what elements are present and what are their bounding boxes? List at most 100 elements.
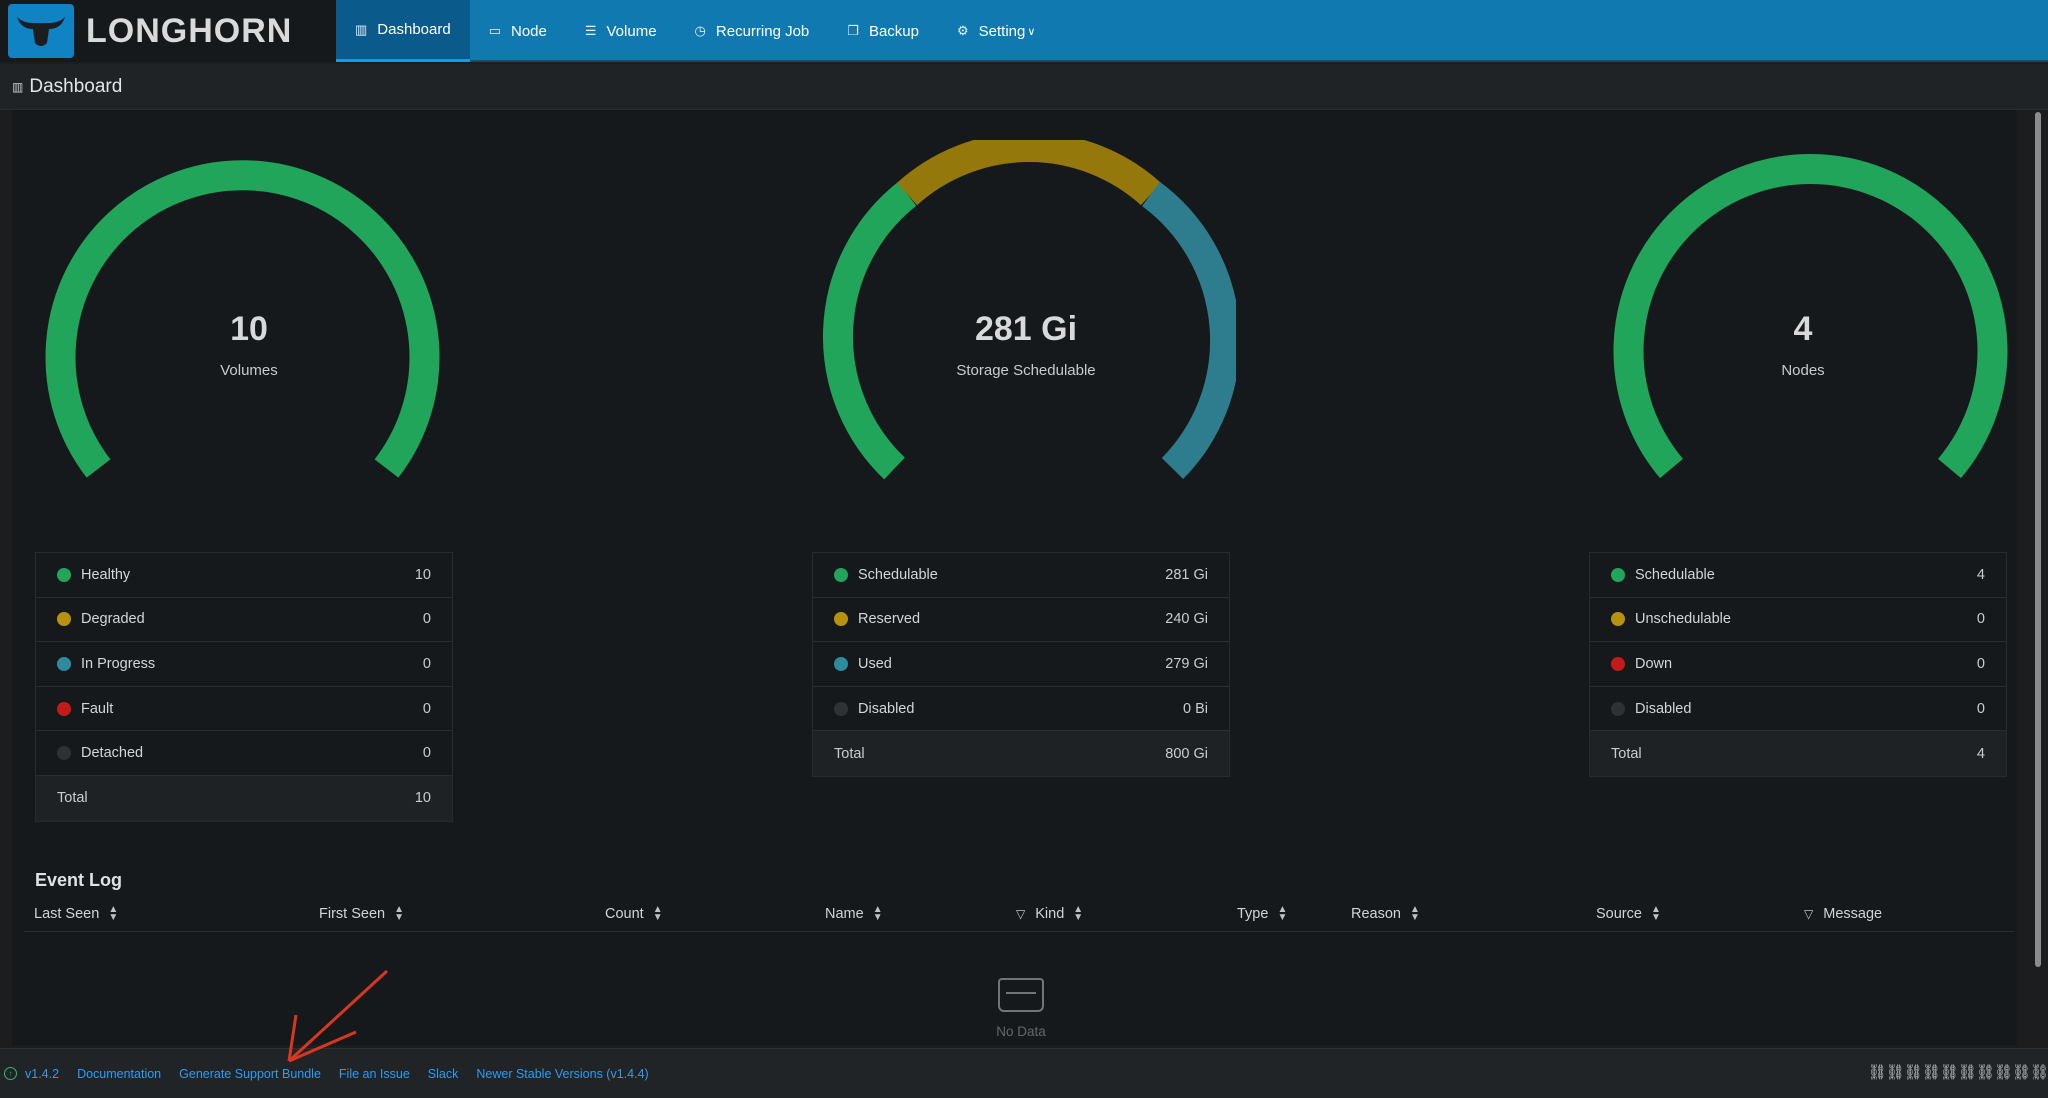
legend-row-reserved[interactable]: Reserved 240 Gi [813, 598, 1229, 643]
column-count[interactable]: Count ▲ ▼ [605, 896, 663, 932]
sort-icon[interactable]: ▲ ▼ [1651, 905, 1661, 923]
legend-label: Detached [81, 745, 144, 762]
nodes-label: Nodes [1781, 362, 1825, 379]
logo[interactable]: LONGHORN [0, 0, 336, 62]
upgrade-arrow-icon: ↑ [4, 1067, 17, 1080]
version-link[interactable]: v1.4.2 [25, 1067, 59, 1081]
column-label: Type [1237, 906, 1269, 922]
slack-link[interactable]: Slack [428, 1067, 459, 1081]
column-name[interactable]: Name ▲ ▼ [825, 896, 883, 932]
status-dot [1611, 701, 1625, 716]
sort-icon[interactable]: ▲ ▼ [108, 905, 118, 923]
page-title: Dashboard [29, 75, 123, 97]
legend-label: Degraded [81, 611, 145, 628]
filter-icon[interactable]: ▽ [1016, 907, 1025, 921]
status-dot [1611, 656, 1625, 671]
column-label: Kind [1035, 906, 1065, 922]
bar-chart-icon: ▥ [355, 21, 368, 37]
column-reason[interactable]: Reason ▲ ▼ [1351, 896, 1420, 932]
column-label: Name [825, 906, 864, 922]
total-label: Total [834, 745, 865, 762]
legend-total: Total 10 [36, 775, 452, 821]
column-message[interactable]: ▽ Message [1804, 896, 1882, 932]
column-source[interactable]: Source ▲ ▼ [1596, 896, 1661, 932]
legend-row-in-progress[interactable]: In Progress 0 [36, 642, 452, 687]
sort-icon[interactable]: ▲ ▼ [873, 905, 883, 923]
nodes-legend: Schedulable 4 Unschedulable 0 Down 0 Dis… [1589, 552, 2007, 777]
documentation-link[interactable]: Documentation [77, 1067, 161, 1081]
total-value: 800 Gi [1165, 745, 1208, 762]
generate-support-bundle-link[interactable]: Generate Support Bundle [179, 1067, 321, 1081]
chevron-down-icon: ∨ [1027, 25, 1036, 38]
file-an-issue-link[interactable]: File an Issue [339, 1067, 410, 1081]
volumes-gauge: 10 Volumes [39, 140, 459, 500]
status-dot [57, 746, 71, 761]
legend-total: Total 4 [1590, 731, 2006, 776]
storage-legend: Schedulable 281 Gi Reserved 240 Gi Used … [812, 552, 1230, 777]
sort-icon[interactable]: ▲ ▼ [1277, 905, 1287, 923]
legend-row-degraded[interactable]: Degraded 0 [36, 598, 452, 643]
nav-backup[interactable]: ❐ Backup [828, 0, 938, 62]
legend-label: Unschedulable [1635, 611, 1731, 628]
legend-value: 4 [1976, 566, 1985, 583]
legend-value: 0 [422, 700, 431, 717]
sort-icon[interactable]: ▲ ▼ [653, 905, 663, 923]
legend-row-disabled[interactable]: Disabled 0 [1590, 687, 2006, 732]
column-label: Count [605, 906, 644, 922]
nav-setting[interactable]: ⚙ Setting ∨ [938, 0, 1054, 62]
monitor-icon: ▭ [488, 23, 501, 38]
storage-gauge: 281 Gi Storage Schedulable [816, 140, 1236, 500]
nodes-count: 4 [1793, 310, 1813, 348]
legend-value: 279 Gi [1165, 655, 1208, 672]
sort-icon[interactable]: ▲ ▼ [394, 905, 404, 923]
column-last-seen[interactable]: Last Seen ▲ ▼ [34, 896, 118, 932]
status-dot [834, 656, 848, 671]
legend-total: Total 800 Gi [813, 731, 1229, 776]
vertical-scrollbar[interactable] [2033, 110, 2043, 1045]
newer-versions-link[interactable]: Newer Stable Versions (v1.4.4) [476, 1067, 648, 1081]
nav-setting-label: Setting [978, 22, 1026, 40]
legend-row-detached[interactable]: Detached 0 [36, 731, 452, 776]
legend-row-healthy[interactable]: Healthy 10 [36, 553, 452, 598]
status-dot [57, 656, 71, 671]
status-dot [57, 701, 71, 716]
database-icon: ☰ [584, 23, 597, 38]
sort-icon[interactable]: ▲ ▼ [1410, 905, 1420, 923]
nav-dashboard-label: Dashboard [377, 21, 451, 38]
volumes-label: Volumes [220, 362, 278, 379]
legend-value: 10 [414, 566, 431, 583]
legend-row-fault[interactable]: Fault 0 [36, 687, 452, 732]
status-dot [57, 612, 71, 627]
nav-dashboard[interactable]: ▥ Dashboard [336, 0, 470, 62]
scrollbar-thumb[interactable] [2035, 112, 2041, 967]
column-label: First Seen [319, 906, 386, 922]
legend-row-disabled[interactable]: Disabled 0 Bi [813, 687, 1229, 732]
legend-row-down[interactable]: Down 0 [1590, 642, 2006, 687]
column-kind[interactable]: ▽ Kind ▲ ▼ [1016, 896, 1083, 932]
empty-inbox-icon [998, 978, 1044, 1012]
column-type[interactable]: Type ▲ ▼ [1237, 896, 1287, 932]
sort-icon[interactable]: ▲ ▼ [1073, 905, 1083, 923]
legend-row-unschedulable[interactable]: Unschedulable 0 [1590, 598, 2006, 643]
legend-label: Schedulable [858, 566, 938, 583]
legend-row-schedulable[interactable]: Schedulable 4 [1590, 553, 2006, 598]
nav-recurring-job[interactable]: ◷ Recurring Job [676, 0, 829, 62]
status-dot [1611, 612, 1625, 627]
nav-node[interactable]: ▭ Node [470, 0, 566, 62]
column-first-seen[interactable]: First Seen ▲ ▼ [319, 896, 404, 932]
app-name: LONGHORN [86, 11, 293, 50]
legend-row-schedulable[interactable]: Schedulable 281 Gi [813, 553, 1229, 598]
volumes-legend: Healthy 10 Degraded 0 In Progress 0 Faul… [35, 552, 453, 822]
legend-value: 0 [1976, 700, 1985, 717]
legend-value: 0 Bi [1183, 700, 1208, 717]
legend-row-used[interactable]: Used 279 Gi [813, 642, 1229, 687]
total-label: Total [1611, 745, 1642, 762]
nav-volume[interactable]: ☰ Volume [566, 0, 676, 62]
column-label: Reason [1351, 906, 1401, 922]
event-log-title: Event Log [35, 870, 123, 890]
longhorn-logo-icon [8, 4, 74, 58]
legend-value: 0 [422, 611, 431, 628]
legend-label: Disabled [1635, 700, 1692, 717]
filter-icon[interactable]: ▽ [1804, 907, 1813, 921]
nav-volume-label: Volume [606, 22, 657, 40]
